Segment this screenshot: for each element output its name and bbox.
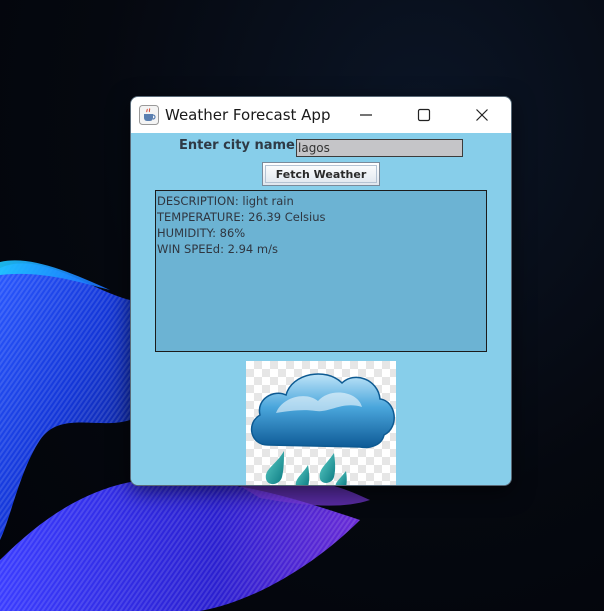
result-wind-speed: WIN SPEEd: 2.94 m/s [157, 242, 278, 256]
fetch-weather-button[interactable]: Fetch Weather [262, 162, 380, 186]
close-button[interactable] [453, 97, 511, 133]
app-window: Weather Forecast App Enter city name: la… [130, 96, 512, 486]
window-title: Weather Forecast App [165, 106, 331, 124]
java-coffee-icon [139, 105, 159, 125]
city-label: Enter city name: [179, 138, 301, 153]
content-panel: Enter city name: Fetch Weather DESCRIPTI… [131, 133, 511, 485]
close-icon [476, 109, 488, 121]
maximize-button[interactable] [395, 97, 453, 133]
result-description: DESCRIPTION: light rain [157, 194, 294, 208]
weather-result-area[interactable]: DESCRIPTION: light rain TEMPERATURE: 26.… [155, 190, 487, 352]
rain-cloud-icon [250, 373, 395, 485]
result-humidity: HUMIDITY: 86% [157, 226, 246, 240]
maximize-icon [417, 108, 431, 122]
minimize-button[interactable] [337, 97, 395, 133]
title-bar[interactable]: Weather Forecast App [131, 97, 511, 133]
city-input[interactable] [296, 139, 463, 157]
result-temperature: TEMPERATURE: 26.39 Celsius [157, 210, 326, 224]
weather-image [246, 361, 396, 485]
desktop: Weather Forecast App Enter city name: la… [0, 0, 604, 611]
minimize-icon [360, 114, 372, 116]
